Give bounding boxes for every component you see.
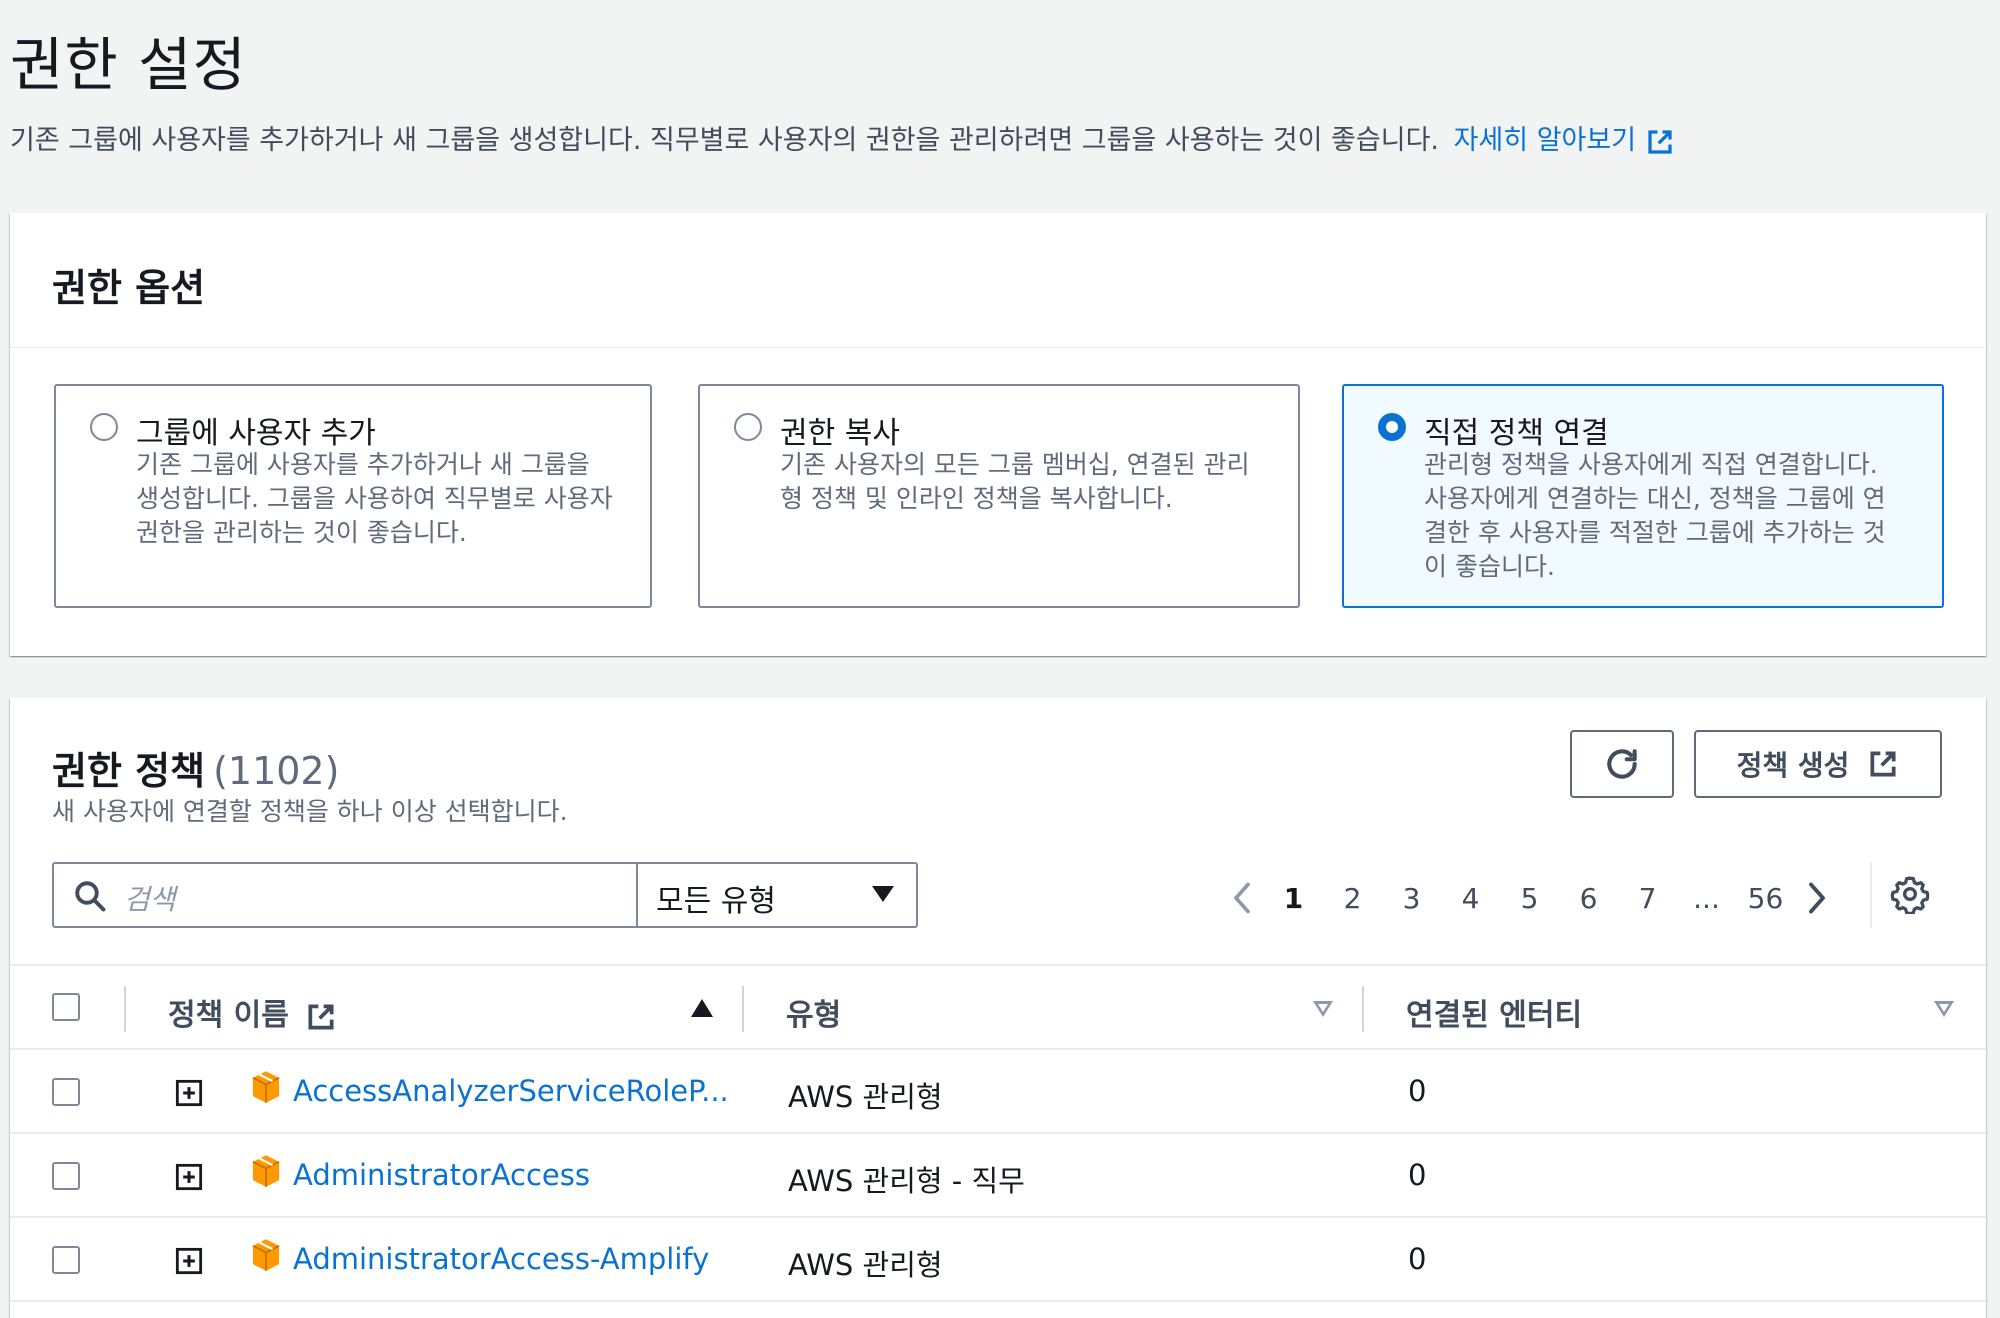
policy-name-link[interactable]: AdministratorAccess-Amplify: [293, 1242, 709, 1276]
permission-options-title: 권한 옵션: [52, 266, 206, 310]
column-header-type[interactable]: 유형: [786, 990, 841, 1034]
table-row: AccessAnalyzerServiceRoleP... AWS 관리형 0: [10, 1050, 1986, 1134]
learn-more-link[interactable]: 자세히 알아보기: [1454, 125, 1675, 156]
external-link-icon: [308, 1003, 334, 1030]
page-2[interactable]: 2: [1323, 882, 1382, 915]
permission-options-header: 권한 옵션: [10, 213, 1986, 348]
option-attach-policies-directly[interactable]: 직접 정책 연결 관리형 정책을 사용자에게 직접 연결합니다. 사용자에게 연…: [1342, 384, 1944, 608]
policy-type: AWS 관리형 - 직무: [788, 1164, 1025, 1198]
expand-icon[interactable]: [175, 1079, 203, 1107]
policy-name-link[interactable]: AdministratorAccess: [293, 1158, 590, 1192]
pagination-divider: [1870, 862, 1872, 928]
learn-more-label: 자세히 알아보기: [1453, 125, 1637, 156]
search-placeholder: 검색: [124, 883, 176, 916]
option-radio[interactable]: [90, 413, 118, 441]
option-radio-selected[interactable]: [1378, 413, 1406, 441]
create-policy-button[interactable]: 정책 생성: [1694, 730, 1942, 798]
create-policy-label: 정책 생성: [1736, 749, 1850, 782]
page-3[interactable]: 3: [1382, 882, 1441, 915]
caret-down-icon: [872, 886, 894, 902]
page-description: 기존 그룹에 사용자를 추가하거나 새 그룹을 생성합니다. 직무별로 사용자의…: [10, 118, 1675, 157]
page-6[interactable]: 6: [1559, 882, 1618, 915]
option-copy-permissions[interactable]: 권한 복사 기존 사용자의 모든 그룹 멤버십, 연결된 관리형 정책 및 인라…: [698, 384, 1300, 608]
search-icon: [75, 881, 106, 912]
page-ellipsis: ...: [1693, 881, 1720, 915]
refresh-button[interactable]: [1570, 730, 1674, 798]
row-checkbox[interactable]: [52, 1162, 80, 1190]
option-description: 기존 사용자의 모든 그룹 멤버십, 연결된 관리형 정책 및 인라인 정책을 …: [780, 450, 1250, 513]
page-4[interactable]: 4: [1441, 882, 1500, 915]
expand-icon[interactable]: [175, 1247, 203, 1275]
sort-ascending-icon[interactable]: [691, 999, 713, 1017]
external-link-icon: [1870, 751, 1896, 777]
page-title: 권한 설정: [10, 31, 247, 99]
column-divider: [124, 986, 126, 1032]
permission-policies-panel: 권한 정책 (1102) 새 사용자에 연결할 정책을 하나 이상 선택합니다. …: [10, 698, 1986, 1318]
chevron-left-icon[interactable]: [1220, 880, 1264, 916]
page-1[interactable]: 1: [1264, 882, 1323, 915]
pagination: 1 2 3 4 5 6 7 ... 56: [1220, 876, 1839, 920]
expand-icon[interactable]: [175, 1163, 203, 1191]
type-filter-select[interactable]: 모든 유형: [636, 862, 918, 928]
policies-table-header: 정책 이름 유형 연결된 엔터티: [10, 964, 1986, 1050]
settings-icon[interactable]: [1890, 874, 1930, 918]
select-all-checkbox[interactable]: [52, 993, 80, 1021]
aws-package-icon: [252, 1071, 280, 1103]
column-header-policy-name[interactable]: 정책 이름: [168, 990, 337, 1034]
policy-type: AWS 관리형: [788, 1248, 943, 1282]
row-checkbox[interactable]: [52, 1078, 80, 1106]
refresh-icon: [1607, 749, 1637, 779]
policies-subtitle: 새 사용자에 연결할 정책을 하나 이상 선택합니다.: [52, 797, 568, 826]
sort-icon[interactable]: [1313, 1001, 1333, 1017]
table-row: AdministratorAccess-Amplify AWS 관리형 0: [10, 1218, 1986, 1302]
table-row: AdministratorAccess AWS 관리형 - 직무 0: [10, 1134, 1986, 1218]
option-radio[interactable]: [734, 413, 762, 441]
policy-name-link[interactable]: AccessAnalyzerServiceRoleP...: [293, 1074, 729, 1108]
option-add-user-to-group[interactable]: 그룹에 사용자 추가 기존 그룹에 사용자를 추가하거나 새 그룹을 생성합니다…: [54, 384, 652, 608]
sort-icon[interactable]: [1934, 1001, 1954, 1017]
chevron-right-icon[interactable]: [1795, 880, 1839, 916]
option-description: 기존 그룹에 사용자를 추가하거나 새 그룹을 생성합니다. 그룹을 사용하여 …: [136, 450, 613, 547]
row-checkbox[interactable]: [52, 1246, 80, 1274]
page-description-text: 기존 그룹에 사용자를 추가하거나 새 그룹을 생성합니다. 직무별로 사용자의…: [10, 125, 1439, 156]
option-title: 권한 복사: [780, 416, 900, 451]
column-header-attached-entities[interactable]: 연결된 엔터티: [1406, 990, 1582, 1034]
option-title: 그룹에 사용자 추가: [136, 416, 376, 451]
policy-type: AWS 관리형: [788, 1080, 943, 1114]
aws-package-icon: [252, 1155, 280, 1187]
policy-attached-entities: 0: [1408, 1074, 1427, 1108]
page-5[interactable]: 5: [1500, 882, 1559, 915]
external-link-icon: [1648, 129, 1672, 154]
option-title: 직접 정책 연결: [1424, 416, 1609, 451]
search-input[interactable]: 검색: [52, 862, 648, 928]
policies-title-text: 권한 정책: [52, 749, 206, 793]
policies-count: (1102): [213, 749, 340, 793]
aws-package-icon: [252, 1239, 280, 1271]
type-filter-value: 모든 유형: [656, 884, 776, 919]
column-divider: [742, 986, 744, 1032]
option-description: 관리형 정책을 사용자에게 직접 연결합니다. 사용자에게 연결하는 대신, 정…: [1424, 450, 1886, 581]
policy-attached-entities: 0: [1408, 1242, 1427, 1276]
page-56[interactable]: 56: [1736, 882, 1795, 915]
column-divider: [1362, 986, 1364, 1032]
page-7[interactable]: 7: [1618, 882, 1677, 915]
policies-title: 권한 정책 (1102): [52, 740, 339, 795]
column-policy-name-label: 정책 이름: [168, 998, 289, 1033]
policy-attached-entities: 0: [1408, 1158, 1427, 1192]
